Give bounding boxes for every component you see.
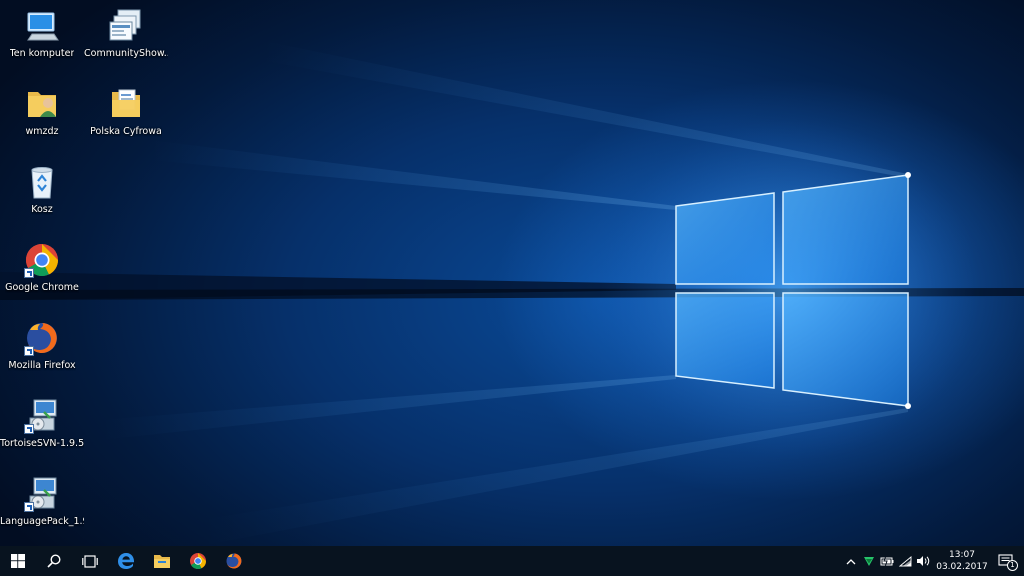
chevron-up-icon xyxy=(846,558,856,564)
firefox-icon xyxy=(226,553,242,569)
desktop-icon-this-pc[interactable]: Ten komputer xyxy=(0,4,84,80)
desktop-icon-label: Kosz xyxy=(31,204,53,215)
desktop-icon-communityshow[interactable]: CommunityShow... xyxy=(84,4,168,80)
desktop-icon-label: CommunityShow... xyxy=(84,48,168,59)
installer-icon xyxy=(24,398,60,434)
action-center-button[interactable]: 1 xyxy=(988,546,1024,576)
notification-count-badge: 1 xyxy=(1007,560,1018,571)
desktop-icon-recycle-bin[interactable]: Kosz xyxy=(0,160,84,236)
clock-time: 13:07 xyxy=(949,550,975,560)
taskbar-clock[interactable]: 13:07 03.02.2017 xyxy=(936,549,988,573)
tray-security[interactable] xyxy=(860,546,878,576)
desktop-icon-mozilla-firefox[interactable]: Mozilla Firefox xyxy=(0,316,84,392)
desktop-icon-languagepack-installer[interactable]: LanguagePack_1.9.... xyxy=(0,472,84,546)
recycle-bin-icon xyxy=(24,164,60,200)
user-folder-icon xyxy=(24,86,60,122)
battery-icon xyxy=(880,556,894,566)
desktop-icon-google-chrome[interactable]: Google Chrome xyxy=(0,238,84,314)
tray-volume[interactable] xyxy=(914,546,932,576)
shortcut-arrow-icon xyxy=(24,268,34,278)
security-shield-icon xyxy=(864,557,874,566)
taskbar-edge[interactable] xyxy=(108,546,144,576)
volume-icon xyxy=(917,556,930,566)
wifi-icon xyxy=(898,555,911,566)
chrome-icon xyxy=(24,242,60,278)
edge-icon xyxy=(118,553,135,569)
shortcut-arrow-icon xyxy=(24,424,34,434)
firefox-icon xyxy=(24,320,60,356)
task-view-icon xyxy=(82,554,98,568)
shortcut-arrow-icon xyxy=(24,502,34,512)
desktop-icon-label: Google Chrome xyxy=(5,282,79,293)
taskbar-chrome[interactable] xyxy=(180,546,216,576)
file-explorer-icon xyxy=(154,555,170,568)
installer-icon xyxy=(24,476,60,512)
folder-documents-icon xyxy=(108,86,144,122)
desktop-icon-user-folder[interactable]: wmzdz xyxy=(0,82,84,158)
desktop-icon-label: Ten komputer xyxy=(9,48,75,59)
chrome-icon xyxy=(190,553,206,570)
desktop-icon-label: Mozilla Firefox xyxy=(8,360,76,371)
taskbar: 13:07 03.02.2017 1 xyxy=(0,546,1024,576)
taskbar-file-explorer[interactable] xyxy=(144,546,180,576)
tray-network[interactable] xyxy=(896,546,914,576)
shortcut-arrow-icon xyxy=(24,346,34,356)
clock-date: 03.02.2017 xyxy=(936,562,988,572)
desktop-icon-tortoisesvn-installer[interactable]: TortoiseSVN-1.9.5.... xyxy=(0,394,84,470)
window-stack-icon xyxy=(108,8,144,44)
desktop-icon-label: LanguagePack_1.9.... xyxy=(0,516,84,527)
search-button[interactable] xyxy=(36,546,72,576)
taskbar-firefox[interactable] xyxy=(216,546,252,576)
desktop-icon-label: TortoiseSVN-1.9.5.... xyxy=(0,438,84,449)
desktop-icon-label: wmzdz xyxy=(25,126,59,137)
desktop-icon-polska-cyfrowa[interactable]: Polska Cyfrowa xyxy=(84,82,168,158)
tray-battery[interactable] xyxy=(878,546,896,576)
start-button[interactable] xyxy=(0,546,36,576)
show-hidden-icons-button[interactable] xyxy=(842,546,860,576)
desktop-wallpaper[interactable]: Ten komputer CommunityShow... wmzdz Pols… xyxy=(0,0,1024,546)
computer-icon xyxy=(24,8,60,44)
search-icon xyxy=(47,554,61,568)
task-view-button[interactable] xyxy=(72,546,108,576)
desktop-icon-label: Polska Cyfrowa xyxy=(90,126,162,137)
windows-start-icon xyxy=(11,554,25,568)
